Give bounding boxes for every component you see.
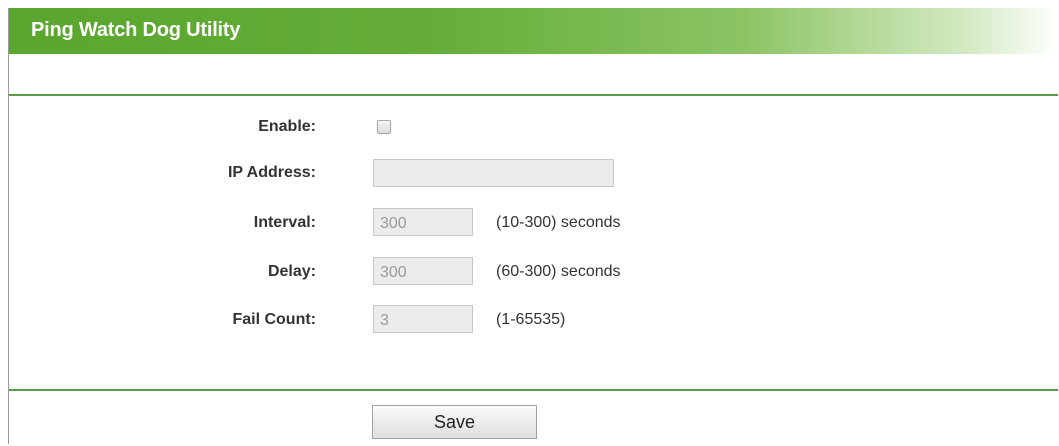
interval-hint: (10-300) seconds	[496, 214, 621, 231]
page-title: Ping Watch Dog Utility	[31, 19, 241, 41]
top-divider	[9, 94, 1058, 96]
title-bar: Ping Watch Dog Utility	[9, 8, 1058, 54]
subheader-band	[9, 54, 1058, 94]
save-button[interactable]: Save	[372, 405, 537, 439]
enable-label: Enable:	[258, 118, 316, 135]
fail-count-label: Fail Count:	[232, 311, 316, 328]
delay-hint: (60-300) seconds	[496, 263, 621, 280]
delay-input[interactable]	[373, 257, 473, 285]
interval-label: Interval:	[253, 214, 316, 231]
fail-count-input[interactable]	[373, 305, 473, 333]
enable-checkbox[interactable]	[377, 120, 391, 134]
delay-label: Delay:	[267, 263, 316, 280]
bottom-divider	[9, 389, 1058, 391]
interval-input[interactable]	[373, 208, 473, 236]
ip-address-label: IP Address:	[227, 164, 316, 181]
fail-count-hint: (1-65535)	[496, 311, 566, 328]
ip-address-input[interactable]	[373, 159, 614, 187]
settings-panel: Ping Watch Dog Utility Enable: IP Addres…	[8, 8, 1058, 444]
